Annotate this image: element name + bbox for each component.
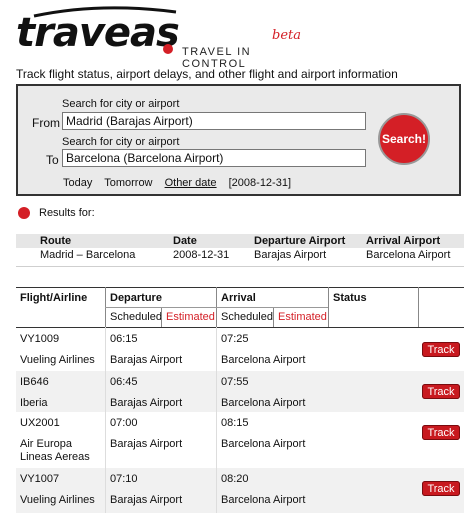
route-col-route: Route bbox=[40, 235, 72, 247]
dep-airport: Barajas Airport bbox=[110, 397, 183, 409]
col-dep-estimated: Estimated bbox=[166, 311, 215, 323]
route-header: Route Date Departure Airport Arrival Air… bbox=[16, 234, 464, 248]
flight-row: VY1007 Vueling Airlines 07:10 Barajas Ai… bbox=[16, 468, 464, 513]
arr-time: 07:55 bbox=[221, 376, 249, 388]
dep-time: 06:15 bbox=[110, 333, 138, 345]
from-hint: Search for city or airport bbox=[62, 98, 180, 110]
col-divider bbox=[328, 287, 329, 327]
col-divider bbox=[273, 307, 274, 327]
intro-text: Track flight status, airport delays, and… bbox=[16, 67, 398, 81]
date-tomorrow-link[interactable]: Tomorrow bbox=[104, 177, 152, 189]
flight-airline: Iberia bbox=[20, 397, 48, 409]
arr-airport: Barcelona Airport bbox=[221, 354, 306, 366]
dep-airport: Barajas Airport bbox=[110, 438, 183, 450]
arr-airport: Barcelona Airport bbox=[221, 438, 306, 450]
arr-time: 07:25 bbox=[221, 333, 249, 345]
dep-time: 07:10 bbox=[110, 473, 138, 485]
from-field[interactable]: Madrid (Barajas Airport) bbox=[62, 112, 366, 130]
to-hint: Search for city or airport bbox=[62, 136, 180, 148]
route-date: 2008-12-31 bbox=[173, 249, 230, 261]
route-col-arrival: Arrival Airport bbox=[366, 235, 441, 247]
col-divider bbox=[105, 327, 106, 513]
col-divider bbox=[216, 327, 217, 513]
flight-code: VY1009 bbox=[20, 333, 60, 345]
results-label: Results for: bbox=[39, 207, 95, 219]
flights-table: Flight/Airline Departure Arrival Status … bbox=[16, 287, 464, 513]
flight-airline: Vueling Airlines bbox=[20, 354, 95, 366]
logo-dot-icon bbox=[163, 44, 173, 54]
flight-row: VY1009 Vueling Airlines 06:15 Barajas Ai… bbox=[16, 328, 464, 371]
col-status: Status bbox=[333, 292, 367, 304]
col-flight-airline: Flight/Airline bbox=[20, 292, 88, 304]
col-divider bbox=[161, 307, 162, 327]
flights-header: Flight/Airline Departure Arrival Status bbox=[16, 287, 464, 308]
route-row: Madrid – Barcelona 2008-12-31 Barajas Ai… bbox=[16, 248, 464, 264]
flight-code: VY1007 bbox=[20, 473, 60, 485]
arr-time: 08:15 bbox=[221, 417, 249, 429]
dep-airport: Barajas Airport bbox=[110, 494, 183, 506]
dep-time: 06:45 bbox=[110, 376, 138, 388]
date-today-link[interactable]: Today bbox=[63, 177, 92, 189]
dep-time: 07:00 bbox=[110, 417, 138, 429]
track-button[interactable]: Track bbox=[422, 481, 460, 496]
flight-airline: Air Europa Lineas Aereas bbox=[20, 438, 90, 463]
track-button[interactable]: Track bbox=[422, 425, 460, 440]
flight-code: UX2001 bbox=[20, 417, 60, 429]
route-col-date: Date bbox=[173, 235, 197, 247]
col-divider bbox=[418, 287, 419, 327]
route-value: Madrid – Barcelona bbox=[40, 249, 136, 261]
from-label: From bbox=[32, 116, 60, 130]
results-bullet-icon bbox=[18, 207, 30, 219]
col-arrival: Arrival bbox=[221, 292, 256, 304]
brand-logo[interactable]: traveas TRAVEL IN CONTROL bbox=[16, 6, 316, 70]
date-other-link[interactable]: Other date bbox=[165, 177, 217, 189]
col-arr-estimated: Estimated bbox=[278, 311, 327, 323]
track-button[interactable]: Track bbox=[422, 384, 460, 399]
arr-airport: Barcelona Airport bbox=[221, 397, 306, 409]
header-rule bbox=[105, 307, 328, 308]
beta-badge: beta bbox=[272, 28, 301, 43]
logo-wordmark: traveas bbox=[16, 10, 180, 56]
flight-airline: Vueling Airlines bbox=[20, 494, 95, 506]
route-col-departure: Departure Airport bbox=[254, 235, 346, 247]
to-field[interactable]: Barcelona (Barcelona Airport) bbox=[62, 149, 366, 167]
to-label: To bbox=[46, 153, 59, 167]
dep-airport: Barajas Airport bbox=[110, 354, 183, 366]
search-button[interactable]: Search! bbox=[378, 113, 430, 165]
route-departure-airport: Barajas Airport bbox=[254, 249, 327, 261]
col-arr-scheduled: Scheduled bbox=[221, 311, 273, 323]
search-panel: Search for city or airport From Madrid (… bbox=[16, 84, 461, 196]
date-selected: [2008-12-31] bbox=[228, 177, 292, 189]
flights-subheader: Scheduled Estimated Scheduled Estimated bbox=[16, 307, 464, 327]
flight-code: IB646 bbox=[20, 376, 49, 388]
flight-row: IB646 Iberia 06:45 Barajas Airport 07:55… bbox=[16, 371, 464, 412]
flight-row: UX2001 Air Europa Lineas Aereas 07:00 Ba… bbox=[16, 412, 464, 468]
divider bbox=[16, 266, 464, 267]
track-button[interactable]: Track bbox=[422, 342, 460, 357]
col-departure: Departure bbox=[110, 292, 162, 304]
arr-time: 08:20 bbox=[221, 473, 249, 485]
route-arrival-airport: Barcelona Airport bbox=[366, 249, 451, 261]
arr-airport: Barcelona Airport bbox=[221, 494, 306, 506]
col-dep-scheduled: Scheduled bbox=[110, 311, 162, 323]
date-selector: Today Tomorrow Other date [2008-12-31] bbox=[63, 177, 300, 189]
